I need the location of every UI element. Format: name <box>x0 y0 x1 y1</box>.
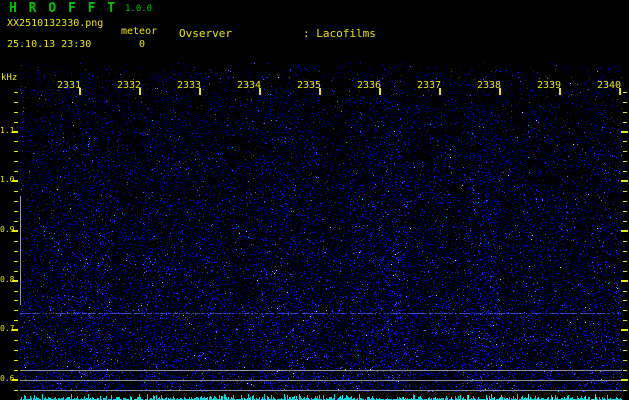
freq-tick-right <box>621 230 628 232</box>
freq-tick-right <box>623 350 627 351</box>
freq-tick-left <box>14 102 18 103</box>
freq-tick-left <box>14 340 18 341</box>
freq-tick-right <box>623 241 627 242</box>
freq-tick-left <box>14 161 18 162</box>
freq-tick-right <box>623 161 627 162</box>
freq-tick-left <box>14 92 18 93</box>
freq-tick-left <box>14 271 18 272</box>
freq-tick-left <box>14 350 18 351</box>
freq-tick-right <box>623 141 627 142</box>
freq-tick-left <box>14 112 18 113</box>
freq-unit-label: kHz <box>1 73 18 83</box>
time-label: 2337 <box>416 80 442 91</box>
freq-tick-left <box>14 300 18 301</box>
freq-tick-right <box>623 122 627 123</box>
freq-tick-left <box>14 211 18 212</box>
spectrogram-canvas <box>20 62 622 392</box>
freq-tick-right <box>623 171 627 172</box>
freq-tick-right <box>621 379 628 381</box>
hrofft-window: H R O F F T 1.0.0 XX2510132330.png meteo… <box>0 0 629 400</box>
mode-label: meteor <box>121 26 158 37</box>
meteor-count: 0 <box>139 39 146 50</box>
freq-tick-right <box>623 271 627 272</box>
freq-tick-right <box>623 291 627 292</box>
freq-tick-right <box>623 320 627 321</box>
freq-tick-left <box>14 320 18 321</box>
freq-tick-left <box>14 291 18 292</box>
freq-tick-right <box>623 251 627 252</box>
freq-label: 1.0 <box>0 175 15 184</box>
app-title: H R O F F T <box>9 1 118 16</box>
info-label: Ovserver <box>179 26 232 40</box>
freq-label: 0.9 <box>0 225 15 234</box>
freq-tick-left <box>14 360 18 361</box>
freq-tick-right <box>623 211 627 212</box>
freq-tick-left <box>14 191 18 192</box>
freq-tick-right <box>621 180 628 182</box>
time-label: 2331 <box>56 80 82 91</box>
freq-tick-right <box>623 92 627 93</box>
freq-tick-left <box>14 221 18 222</box>
time-label: 2333 <box>176 80 202 91</box>
app-version: 1.0.0 <box>125 4 153 14</box>
freq-tick-right <box>623 191 627 192</box>
time-label: 2336 <box>356 80 382 91</box>
freq-tick-right <box>623 340 627 341</box>
freq-tick-right <box>623 261 627 262</box>
time-label: 2338 <box>476 80 502 91</box>
freq-tick-left <box>14 141 18 142</box>
freq-label: 0.6 <box>0 374 15 383</box>
freq-tick-left <box>14 241 18 242</box>
freq-tick-right <box>623 370 627 371</box>
signal-level-canvas <box>20 392 622 400</box>
time-label: 2332 <box>116 80 142 91</box>
freq-tick-right <box>623 102 627 103</box>
freq-tick-left <box>14 201 18 202</box>
freq-label: 1.1 <box>0 126 15 135</box>
time-label: 2340 <box>596 80 622 91</box>
time-label: 2335 <box>296 80 322 91</box>
time-label: 2339 <box>536 80 562 91</box>
freq-tick-right <box>623 360 627 361</box>
info-row-observer: Ovserver: Lacofilms <box>179 26 469 40</box>
freq-tick-left <box>14 122 18 123</box>
freq-tick-right <box>621 329 628 331</box>
time-label: 2334 <box>236 80 262 91</box>
freq-tick-right <box>623 151 627 152</box>
freq-tick-left <box>14 390 18 391</box>
freq-tick-right <box>623 201 627 202</box>
freq-tick-right <box>623 310 627 311</box>
freq-tick-right <box>623 300 627 301</box>
freq-tick-right <box>623 221 627 222</box>
freq-tick-left <box>14 261 18 262</box>
freq-label: 0.8 <box>0 275 15 284</box>
freq-tick-left <box>14 171 18 172</box>
freq-tick-left <box>14 251 18 252</box>
info-value: Lacofilms <box>316 26 376 40</box>
freq-label: 0.7 <box>0 324 15 333</box>
freq-tick-left <box>14 151 18 152</box>
freq-tick-right <box>621 280 628 282</box>
freq-tick-left <box>14 310 18 311</box>
output-filename: XX2510132330.png <box>7 18 104 29</box>
info-colon: : <box>303 26 310 40</box>
datetime-label: 25.10.13 23:30 <box>7 39 92 50</box>
freq-tick-right <box>623 112 627 113</box>
freq-tick-left <box>14 370 18 371</box>
freq-tick-right <box>623 390 627 391</box>
freq-tick-right <box>621 131 628 133</box>
